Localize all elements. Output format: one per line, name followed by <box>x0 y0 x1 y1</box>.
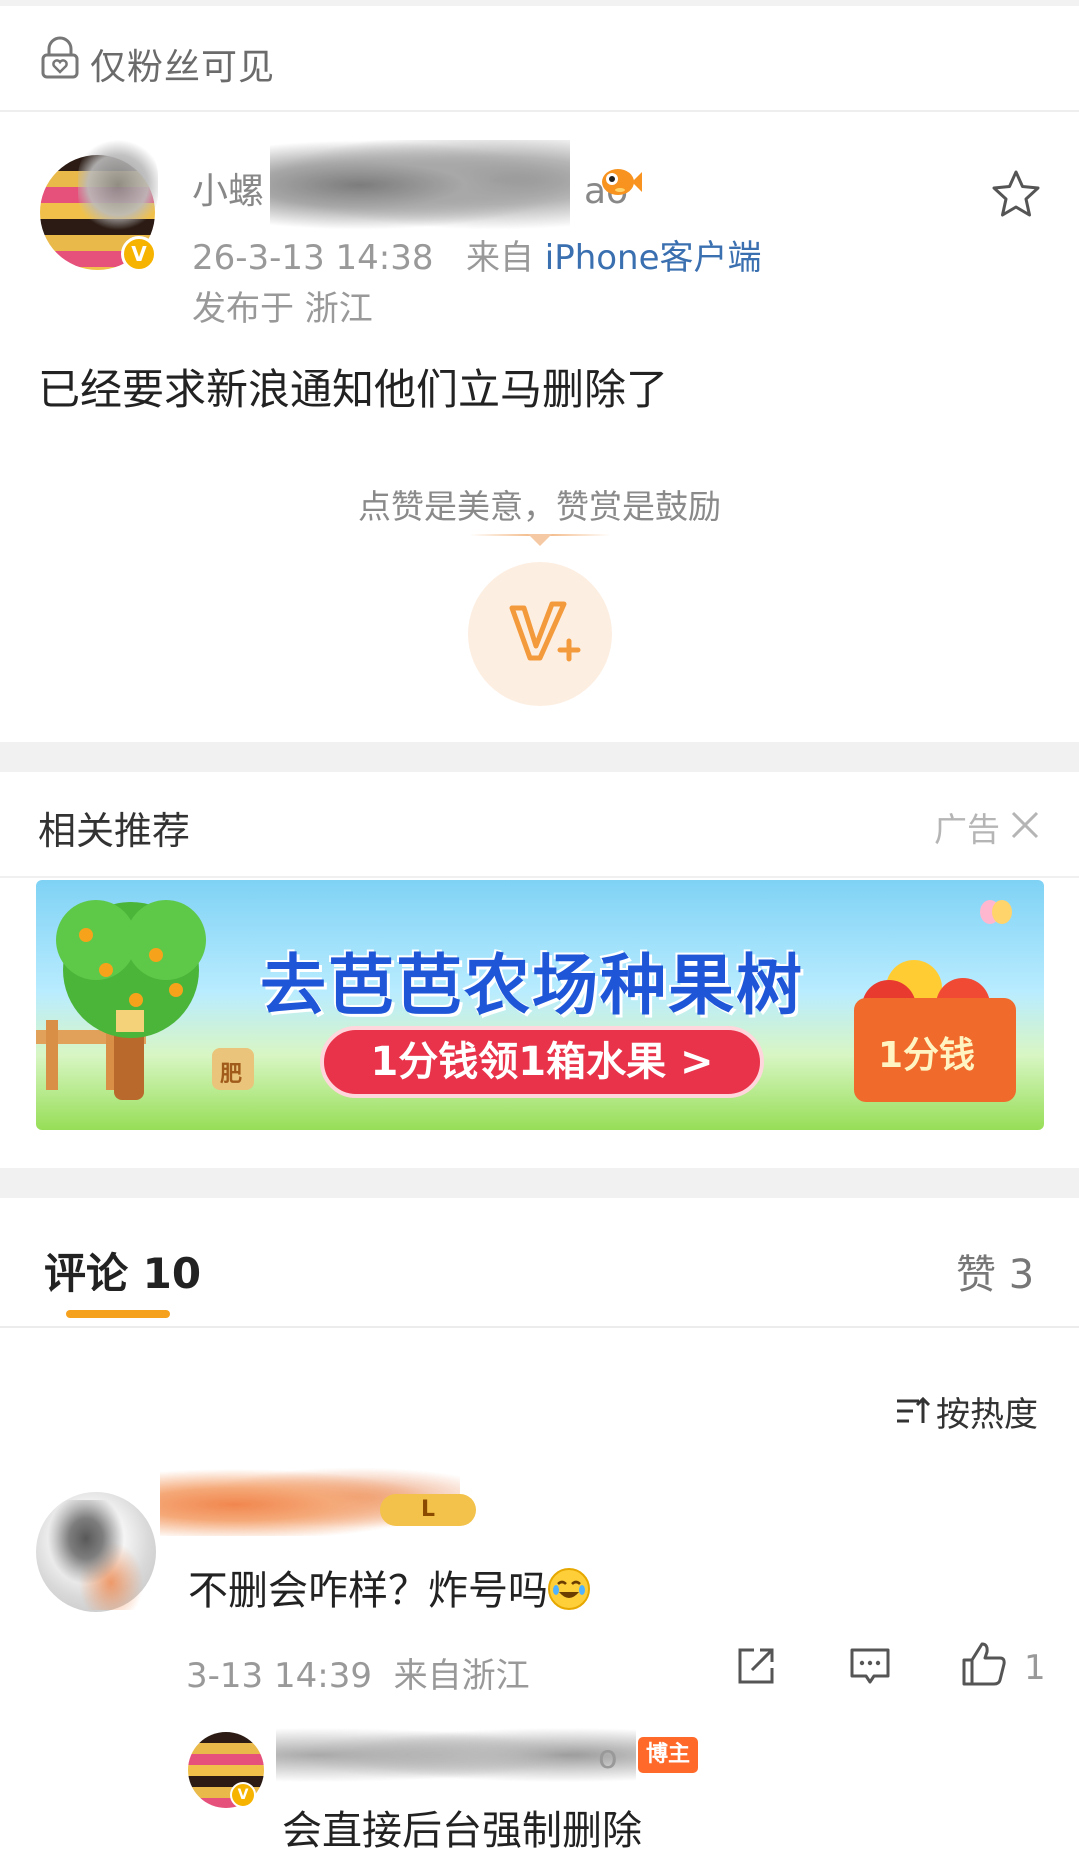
avatar-mosaic <box>46 1500 146 1610</box>
comment-text: 不删会咋样？炸号吗 <box>188 1568 548 1614</box>
share-icon[interactable] <box>734 1644 778 1688</box>
fruit-tree-icon <box>36 900 254 1100</box>
reply-author-name-end: o <box>598 1738 618 1776</box>
section-gap <box>0 1168 1079 1198</box>
favorite-star-icon[interactable] <box>990 168 1042 220</box>
like-count: 1 <box>1024 1648 1046 1688</box>
comment-icon[interactable] <box>848 1644 892 1688</box>
ad-banner[interactable]: 肥 去芭芭农场种果树 1分钱领1箱水果 > 1分钱 <box>36 880 1044 1130</box>
comment-meta: 3-13 14:39 来自浙江 <box>186 1648 530 1697</box>
banner-cta-button[interactable]: 1分钱领1箱水果 > <box>320 1026 764 1098</box>
comment-location: 来自浙江 <box>393 1656 530 1696</box>
name-mosaic <box>270 140 570 230</box>
reward-caret <box>528 534 552 546</box>
post-source-link[interactable]: iPhone客户端 <box>545 238 762 278</box>
sort-icon <box>897 1396 930 1423</box>
post-meta: 26-3-13 14:38 来自 iPhone客户端 <box>192 230 762 279</box>
recommend-title: 相关推荐 <box>38 809 191 853</box>
thumbs-up-icon[interactable] <box>960 1640 1008 1688</box>
ad-label: 广告 <box>934 810 1000 849</box>
fruit-box-label: 1分钱 <box>878 1035 976 1076</box>
close-icon[interactable] <box>1008 808 1042 842</box>
section-gap <box>0 742 1079 772</box>
post-location: 发布于 浙江 <box>192 289 373 329</box>
reply-author-name-mosaic[interactable] <box>276 1720 636 1790</box>
source-prefix: 来自 <box>465 238 534 278</box>
banner-headline: 去芭芭农场种果树 <box>260 947 804 1024</box>
tab-likes[interactable]: 赞 3 <box>956 1242 1034 1300</box>
active-tab-indicator <box>66 1310 170 1318</box>
verified-badge: V <box>230 1782 256 1808</box>
laugh-cry-emoji-icon <box>548 1568 590 1610</box>
post-body: 已经要求新浪通知他们立马删除了 <box>38 365 669 414</box>
user-level-badge: L <box>380 1494 476 1526</box>
post-timestamp: 26-3-13 14:38 <box>192 238 434 278</box>
reward-hint: 点赞是美意，赞赏是鼓励 <box>358 487 721 526</box>
butterfly-icon <box>980 900 1012 924</box>
author-name-start: 小螺 <box>192 171 265 212</box>
avatar-mosaic <box>78 140 158 230</box>
verified-badge: V <box>121 236 157 272</box>
reward-button[interactable] <box>468 562 612 706</box>
v-plus-icon <box>509 601 581 662</box>
lock-heart-icon <box>41 36 79 79</box>
sort-button[interactable]: 按热度 <box>894 1388 1038 1435</box>
comment-body: 不删会咋样？炸号吗 <box>188 1558 590 1616</box>
sort-label: 按热度 <box>936 1394 1038 1435</box>
recommend-divider <box>0 876 1079 878</box>
fish-badge-icon <box>602 169 642 195</box>
comment-timestamp: 3-13 14:39 <box>186 1656 372 1696</box>
reply-body: 会直接后台强制删除 <box>282 1808 642 1854</box>
tabs-divider <box>0 1326 1079 1328</box>
tab-comments[interactable]: 评论 10 <box>44 1240 201 1301</box>
author-badge: 博主 <box>638 1737 699 1773</box>
fertilizer-bag-label: 肥 <box>220 1062 243 1087</box>
visibility-label: 仅粉丝可见 <box>90 47 276 88</box>
